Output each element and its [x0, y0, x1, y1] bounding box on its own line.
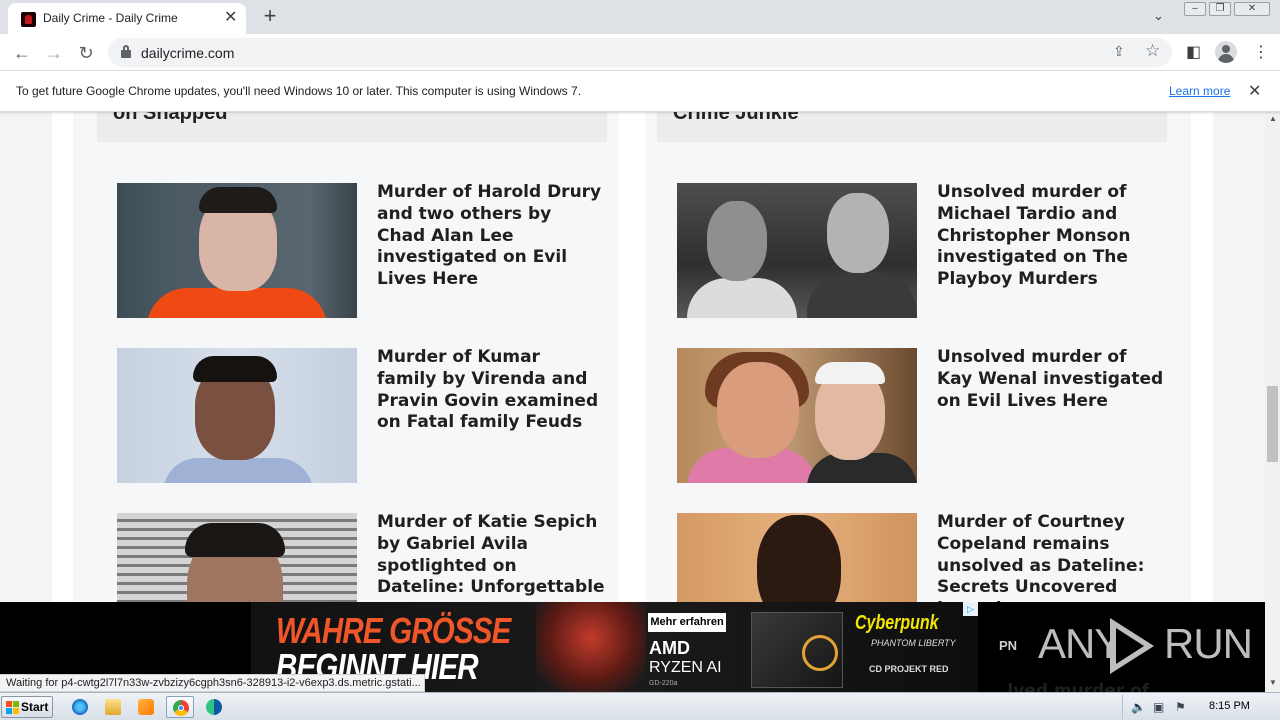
forward-icon[interactable]: →: [42, 41, 66, 65]
media-player-icon[interactable]: [132, 696, 160, 718]
profile-icon[interactable]: [1215, 41, 1237, 63]
article-title-link[interactable]: Murder of Harold Drury and two others by…: [377, 182, 605, 291]
play-icon: [1110, 618, 1154, 674]
page-scrollbar[interactable]: ▲ ▼: [1265, 112, 1280, 692]
watermark-right: RUN: [1164, 620, 1253, 667]
scroll-up-icon[interactable]: ▲: [1269, 114, 1277, 123]
tab-strip: Daily Crime - Daily Crime ✕ + ⌄ – ❐ ✕: [0, 0, 1280, 34]
column-heading: Crime Junkie: [673, 112, 799, 124]
window-close-button[interactable]: ✕: [1234, 2, 1270, 16]
article-thumbnail[interactable]: [677, 348, 917, 483]
next-article-title-peek[interactable]: ...lved murder of: [988, 676, 1149, 692]
infobar-message: To get future Google Chrome updates, you…: [16, 84, 582, 98]
column-heading-box: Crime Junkie: [657, 112, 1167, 142]
edge-icon[interactable]: [200, 696, 228, 718]
article-title-link[interactable]: Unsolved murder of Michael Tardio and Ch…: [937, 182, 1165, 291]
infobar-close-icon[interactable]: ✕: [1248, 81, 1261, 101]
chrome-icon[interactable]: [166, 696, 194, 718]
article-thumbnail[interactable]: [117, 183, 357, 318]
start-button[interactable]: Start: [1, 696, 53, 718]
scroll-down-icon[interactable]: ▼: [1269, 678, 1277, 687]
column-heading-box: on Snapped: [97, 112, 607, 142]
ad-hero-image: [536, 602, 646, 692]
ad-product: RYZEN AI: [649, 659, 722, 676]
anyrun-watermark: ANY RUN: [1038, 614, 1253, 674]
speaker-icon[interactable]: 🔈: [1131, 700, 1146, 714]
windows-logo-icon: [6, 701, 19, 714]
start-label: Start: [21, 700, 49, 714]
learn-more-link[interactable]: Learn more: [1169, 84, 1230, 98]
reload-icon[interactable]: ↻: [74, 41, 98, 65]
ad-studio-logo: CD PROJEKT RED: [869, 664, 949, 674]
watermark-left: ANY: [1038, 620, 1122, 667]
kebab-menu-icon[interactable]: ⋮: [1253, 42, 1269, 62]
article-title-link[interactable]: Murder of Katie Sepich by Gabriel Avila …: [377, 512, 605, 599]
article-thumbnail[interactable]: [677, 183, 917, 318]
ie-icon[interactable]: [66, 696, 94, 718]
system-tray: 🔈 ▣ ⚑ 8:15 PM: [1122, 695, 1280, 719]
article-title-link[interactable]: Unsolved murder of Kay Wenal investigate…: [937, 347, 1165, 412]
restore-button[interactable]: ❐: [1209, 2, 1231, 16]
browser-tab[interactable]: Daily Crime - Daily Crime ✕: [8, 3, 246, 34]
tab-search-icon[interactable]: ⌄: [1153, 8, 1164, 24]
minimize-button[interactable]: –: [1184, 2, 1206, 16]
side-panel-icon[interactable]: ◧: [1186, 42, 1201, 62]
url-text[interactable]: dailycrime.com: [141, 45, 234, 61]
tab-title: Daily Crime - Daily Crime: [43, 11, 178, 25]
action-center-flag-icon[interactable]: ⚑: [1175, 700, 1186, 714]
column-heading: on Snapped: [113, 112, 228, 124]
star-icon[interactable]: ☆: [1145, 41, 1160, 61]
update-infobar: To get future Google Chrome updates, you…: [0, 71, 1280, 112]
network-icon[interactable]: ▣: [1153, 700, 1164, 714]
back-icon[interactable]: ←: [10, 41, 34, 65]
browser-toolbar: ← → ↻ dailycrime.com ⇪ ☆ ◧ ⋮: [0, 34, 1280, 71]
article-title-link[interactable]: Murder of Kumar family by Virenda and Pr…: [377, 347, 605, 434]
processor-box-image: [751, 612, 843, 688]
scrollbar-thumb[interactable]: [1267, 386, 1278, 462]
site-favicon-icon: [21, 12, 36, 27]
clock[interactable]: 8:15 PM: [1209, 700, 1250, 712]
article-thumbnail[interactable]: [117, 348, 357, 483]
pn-label: PN: [999, 638, 1018, 653]
ad-game-subtitle: PHANTOM LIBERTY: [871, 638, 956, 648]
share-icon[interactable]: ⇪: [1113, 43, 1125, 60]
ad-cta-button[interactable]: Mehr erfahren: [648, 613, 726, 632]
ad-game-logo: Cyberpunk: [855, 612, 939, 634]
explorer-icon[interactable]: [99, 696, 127, 718]
tab-close-icon[interactable]: ✕: [224, 9, 237, 27]
adchoices-icon[interactable]: ▷: [963, 602, 978, 616]
new-tab-button[interactable]: +: [259, 5, 281, 27]
status-bubble: Waiting for p4-cwtg2l7l7n33w-zvbzizy6cgp…: [0, 674, 425, 692]
windows-taskbar: Start 🔈 ▣ ⚑ 8:15 PM: [0, 692, 1280, 720]
address-bar[interactable]: dailycrime.com ⇪ ☆: [108, 38, 1172, 67]
lock-icon[interactable]: [121, 45, 131, 58]
ad-model: GD-220a: [649, 680, 678, 687]
ad-brand: AMD: [649, 638, 690, 658]
